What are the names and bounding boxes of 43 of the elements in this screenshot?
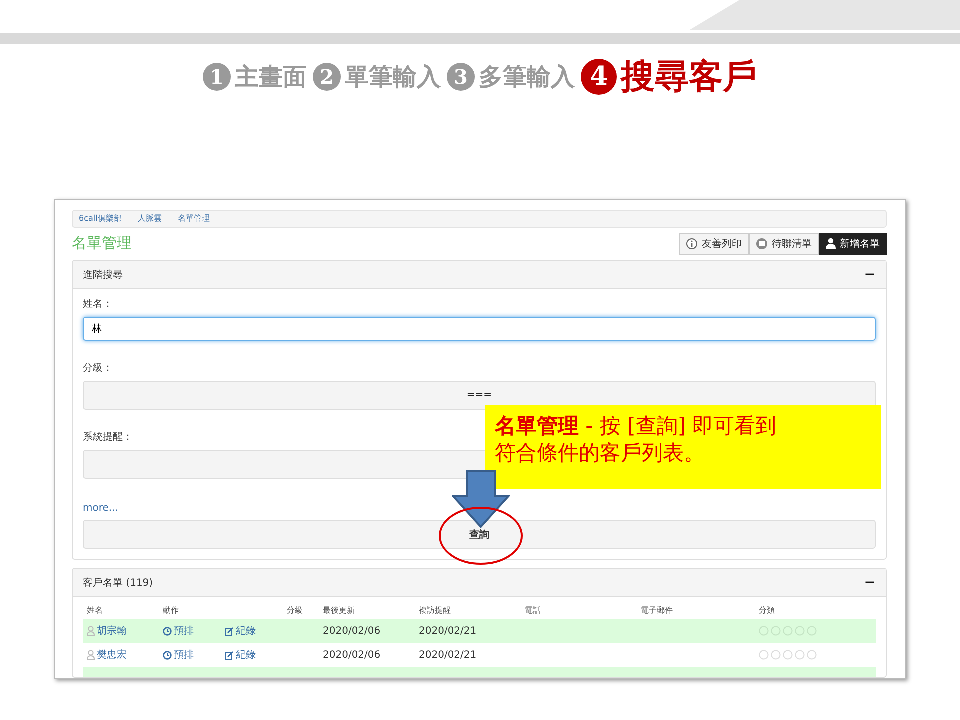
breadcrumb-link[interactable]: 人脈雲 [138,213,162,224]
more-link[interactable]: more... [83,503,876,514]
column-header: 電話 [525,604,542,616]
callout-tooltip: 名單管理 - 按 [查詢] 即可看到符合條件的客戶列表。 [485,405,881,489]
column-header: 動作 [163,604,180,616]
customer-link[interactable]: 胡宗翰 [87,624,163,638]
column-header: 複訪提醒 [419,604,452,616]
table-row[interactable]: 胡宗翰 預排 紀錄 2020/02/06 2020/02/21 [83,619,876,643]
column-header: 最後更新 [323,604,356,616]
column-header: 電子郵件 [641,604,674,616]
schedule-link[interactable]: 預排 [163,648,225,662]
field-label: 系統提醒： [83,430,134,444]
toolbar-button[interactable]: 友善列印 [679,232,749,255]
field-label: 分級： [83,362,114,375]
record-link[interactable]: 紀錄 [225,648,287,662]
step-indicator: 1 主畫面 [203,61,307,93]
record-link[interactable]: 紀錄 [225,624,287,638]
table-cell-text: 2020/02/06 [323,650,382,660]
field-label: 姓名： [83,298,114,311]
toolbar-button[interactable]: 待聯清單 [749,232,819,255]
collapse-button[interactable]: − [864,266,876,282]
panel-title: 客戶名單 (119) [83,576,154,590]
table-row[interactable]: 樊忠宏 預排 紀錄 2020/02/06 2020/02/21 [83,643,876,667]
panel-title: 進階搜尋 [83,268,123,282]
toolbar-button[interactable]: 新增名單 [819,232,887,255]
column-header: 分類 [759,604,776,616]
breadcrumb-link[interactable]: 6call俱樂部 [79,213,122,224]
breadcrumb-link[interactable]: 名單管理 [178,213,210,224]
customer-link[interactable]: 樊忠宏 [87,648,163,662]
input-field[interactable]: 林 [83,317,876,341]
step-indicator: 2 單筆輸入 [313,61,441,93]
column-header: 姓名 [87,604,104,616]
search-button[interactable]: 查詢 [83,520,876,549]
column-header: 分級 [287,604,304,616]
table-cell-text: 2020/02/21 [419,650,478,660]
table-cell-text: 2020/02/06 [323,626,382,636]
table-cell-text: 2020/02/21 [419,626,478,636]
step-indicator: 4 搜尋客戶 [581,54,757,100]
page-title: 名單管理 [72,234,132,254]
select-field[interactable]: === [83,381,876,410]
schedule-link[interactable]: 預排 [163,624,225,638]
step-indicator: 3 多筆輸入 [447,61,575,93]
collapse-button[interactable]: − [864,574,876,590]
